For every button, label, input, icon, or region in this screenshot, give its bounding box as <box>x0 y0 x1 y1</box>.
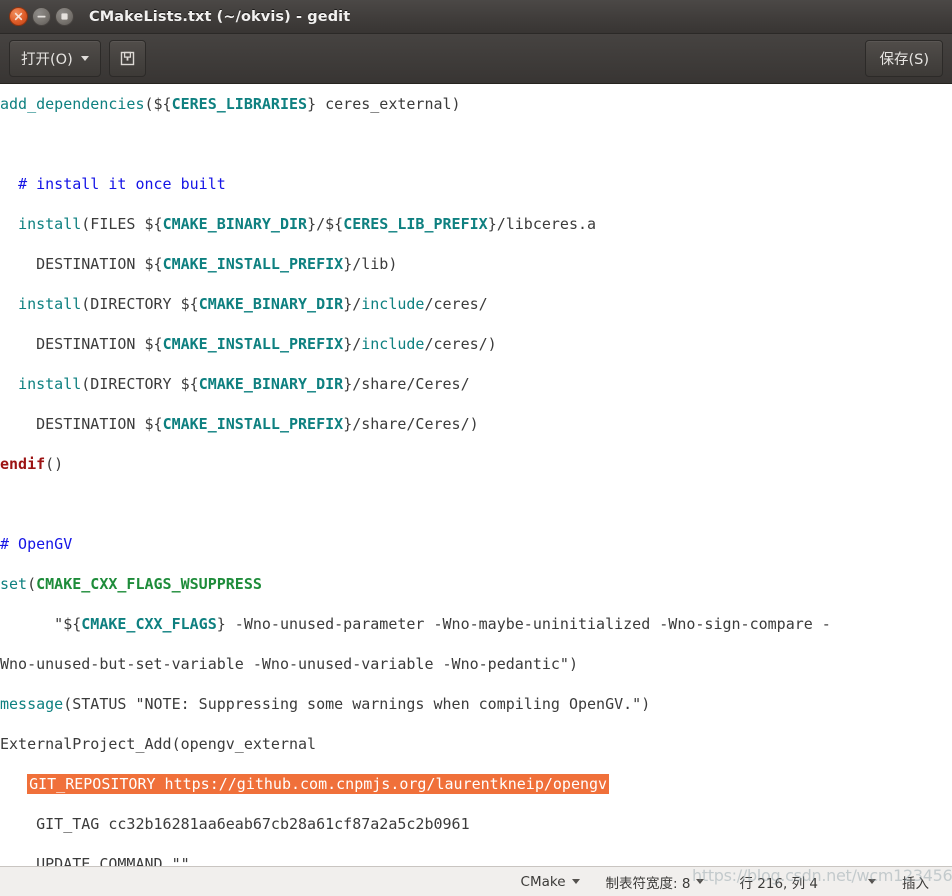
code-line: install(DIRECTORY ${CMAKE_BINARY_DIR}/in… <box>18 295 488 313</box>
maximize-button[interactable] <box>55 7 74 26</box>
cursor-position-label: 行 216, 列 4 <box>739 875 818 892</box>
code-content: add_dependencies(${CERES_LIBRARIES} cere… <box>0 84 952 866</box>
close-button[interactable] <box>9 7 28 26</box>
tab-width-selector[interactable]: 制表符宽度: 8 <box>593 872 718 892</box>
save-icon-button[interactable] <box>108 40 146 77</box>
window-title: CMakeLists.txt (~/okvis) - gedit <box>89 8 351 25</box>
code-line: # OpenGV <box>0 535 73 553</box>
chevron-down-icon <box>80 56 89 61</box>
save-button-label: 保存(S) <box>879 52 929 68</box>
chevron-down-icon <box>696 879 705 884</box>
selected-text: GIT_REPOSITORY https://github.com.cnpmjs… <box>27 774 610 794</box>
code-line: GIT_TAG cc32b16281aa6eab67cb28a61cf87a2a… <box>0 815 470 833</box>
open-button-label: 打开(O) <box>21 52 73 68</box>
title-bar: CMakeLists.txt (~/okvis) - gedit <box>0 0 952 34</box>
code-line: install(FILES ${CMAKE_BINARY_DIR}/${CERE… <box>18 215 597 233</box>
status-bar: CMake 制表符宽度: 8 行 216, 列 4 插入 <box>0 866 952 896</box>
code-line: "${CMAKE_CXX_FLAGS} -Wno-unused-paramete… <box>0 615 831 633</box>
code-line: DESTINATION ${CMAKE_INSTALL_PREFIX}/lib) <box>0 255 398 273</box>
chevron-down-icon <box>571 879 580 884</box>
code-line: add_dependencies(${CERES_LIBRARIES} cere… <box>0 95 461 113</box>
cursor-position[interactable]: 行 216, 列 4 <box>717 872 889 892</box>
code-line: install(DIRECTORY ${CMAKE_BINARY_DIR}/sh… <box>18 375 470 393</box>
tab-width-label: 制表符宽度: 8 <box>605 875 691 892</box>
close-icon <box>14 12 23 21</box>
language-label: CMake <box>520 873 566 890</box>
toolbar: 打开(O) 保存(S) <box>0 34 952 84</box>
insert-mode-indicator[interactable]: 插入 <box>889 872 942 892</box>
minimize-icon <box>37 15 46 18</box>
code-line: ExternalProject_Add(opengv_external <box>0 735 317 753</box>
code-line: endif() <box>0 455 64 473</box>
code-line: DESTINATION ${CMAKE_INSTALL_PREFIX}/shar… <box>0 415 479 433</box>
code-line: DESTINATION ${CMAKE_INSTALL_PREFIX}/incl… <box>0 335 497 353</box>
code-editor[interactable]: add_dependencies(${CERES_LIBRARIES} cere… <box>0 84 952 866</box>
save-file-icon <box>120 51 134 66</box>
code-line: # install it once built <box>18 175 226 193</box>
maximize-icon <box>61 13 68 20</box>
insert-mode-label: 插入 <box>902 875 929 892</box>
code-line: UPDATE_COMMAND "" <box>0 855 190 866</box>
code-line: set(CMAKE_CXX_FLAGS_WSUPPRESS <box>0 575 262 593</box>
language-selector[interactable]: CMake <box>508 874 593 890</box>
code-line: Wno-unused-but-set-variable -Wno-unused-… <box>0 655 578 673</box>
code-line: GIT_REPOSITORY https://github.com.cnpmjs… <box>0 774 952 794</box>
code-line: message(STATUS "NOTE: Suppressing some w… <box>0 695 651 713</box>
chevron-down-icon <box>868 879 876 884</box>
open-button[interactable]: 打开(O) <box>9 40 101 77</box>
save-button[interactable]: 保存(S) <box>865 40 943 77</box>
gedit-window: CMakeLists.txt (~/okvis) - gedit 打开(O) 保… <box>0 0 952 896</box>
minimize-button[interactable] <box>32 7 51 26</box>
